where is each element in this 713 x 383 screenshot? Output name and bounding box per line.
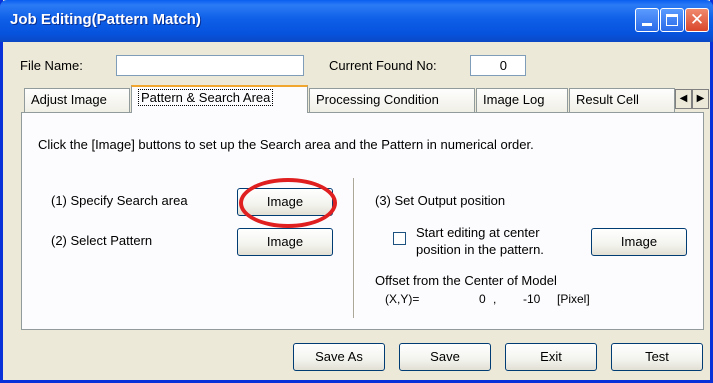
file-name-field[interactable] — [116, 55, 304, 76]
minimize-icon — [642, 23, 652, 26]
specify-search-area-image-button[interactable]: Image — [237, 188, 333, 216]
checkbox-label-line1: Start editing at center — [416, 225, 540, 240]
instruction-text: Click the [Image] buttons to set up the … — [38, 137, 534, 152]
tab-label: Processing Condition — [316, 92, 439, 107]
output-position-image-button[interactable]: Image — [591, 228, 687, 256]
exit-label: Exit — [540, 349, 562, 364]
tab-label: Adjust Image — [31, 92, 107, 107]
tab-label: Image Log — [483, 92, 545, 107]
window-title: Job Editing(Pattern Match) — [10, 11, 201, 28]
file-name-label: File Name: — [20, 58, 83, 73]
checkbox-label-line2: position in the pattern. — [416, 242, 544, 257]
close-button[interactable]: ✕ — [685, 8, 709, 32]
offset-y-value: -10 — [523, 292, 541, 306]
section-divider — [353, 178, 355, 318]
tab-result-cell[interactable]: Result Cell — [569, 88, 675, 112]
minimize-button[interactable] — [635, 8, 659, 32]
maximize-icon — [666, 14, 678, 26]
offset-x-value: 0 — [479, 292, 486, 306]
step2-label: (2) Select Pattern — [51, 233, 153, 248]
tab-image-log[interactable]: Image Log — [476, 88, 568, 112]
test-label: Test — [645, 349, 669, 364]
current-found-field: 0 — [470, 55, 526, 76]
save-label: Save — [430, 349, 460, 364]
tab-label: Pattern & Search Area — [138, 89, 274, 106]
tab-adjust-image[interactable]: Adjust Image — [24, 88, 130, 112]
image-button-label: Image — [266, 194, 304, 209]
test-button[interactable]: Test — [611, 343, 703, 371]
exit-button[interactable]: Exit — [505, 343, 597, 371]
offset-title: Offset from the Center of Model — [375, 273, 557, 288]
tab-pattern-search-area[interactable]: Pattern & Search Area — [131, 85, 308, 113]
current-found-value: 0 — [499, 58, 507, 73]
step1-label: (1) Specify Search area — [51, 193, 188, 208]
step3-label: (3) Set Output position — [375, 193, 506, 208]
offset-unit: [Pixel] — [557, 292, 590, 306]
center-position-checkbox[interactable] — [393, 232, 406, 245]
tab-processing-condition[interactable]: Processing Condition — [309, 88, 475, 112]
job-editing-window: Job Editing(Pattern Match) ✕ File Name: … — [0, 0, 713, 383]
offset-separator: , — [493, 292, 497, 306]
tab-scroll-left-icon[interactable]: ◀ — [675, 89, 692, 109]
select-pattern-image-button[interactable]: Image — [237, 228, 333, 256]
offset-prefix: (X,Y)= — [385, 292, 420, 306]
tab-scroll-arrows: ◀ ▶ — [675, 89, 709, 109]
title-bar[interactable]: Job Editing(Pattern Match) ✕ — [0, 0, 713, 42]
image-button-label: Image — [620, 234, 658, 249]
save-button[interactable]: Save — [399, 343, 491, 371]
tab-label: Result Cell — [576, 92, 639, 107]
image-button-label: Image — [266, 234, 304, 249]
maximize-button[interactable] — [660, 8, 684, 32]
current-found-label: Current Found No: — [329, 58, 437, 73]
close-icon: ✕ — [689, 10, 705, 29]
save-as-label: Save As — [315, 349, 363, 364]
save-as-button[interactable]: Save As — [293, 343, 385, 371]
tab-scroll-right-icon[interactable]: ▶ — [692, 89, 709, 109]
